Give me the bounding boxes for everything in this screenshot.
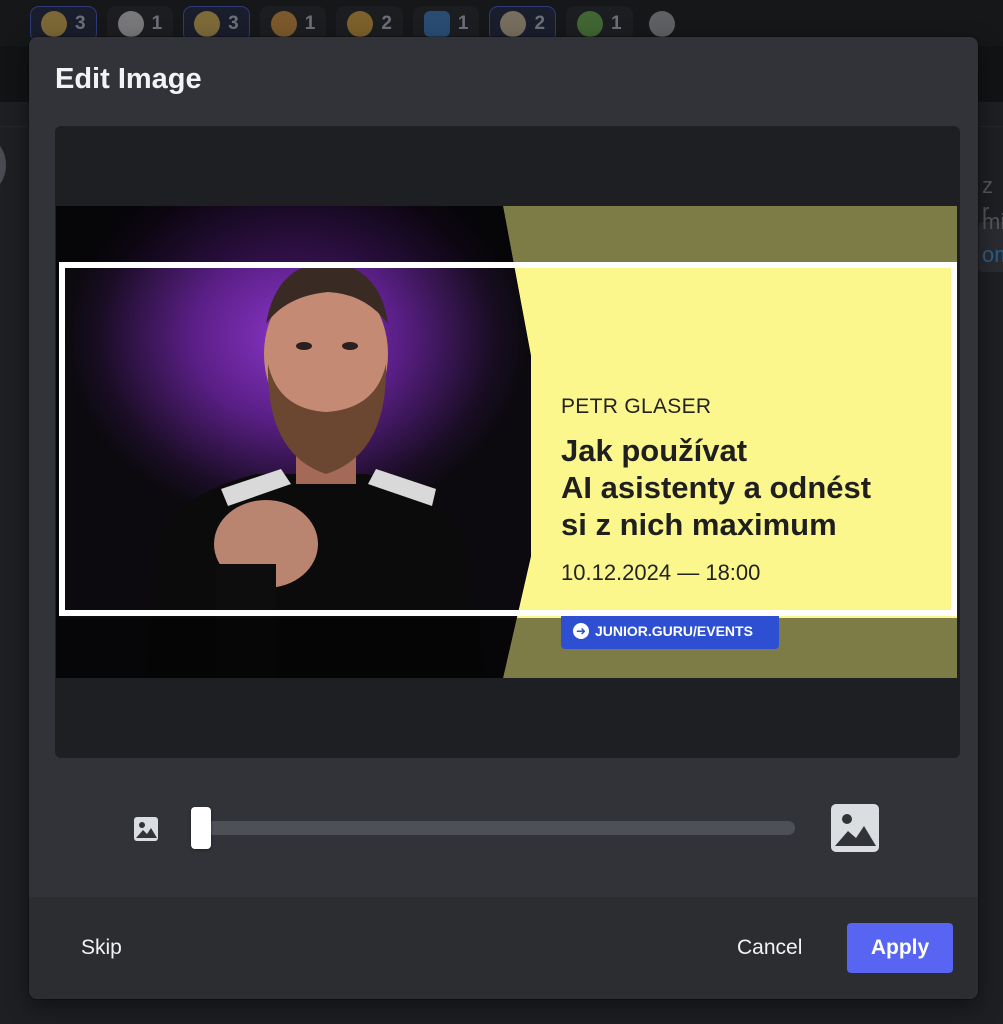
image-large-icon (831, 804, 879, 852)
apply-button[interactable]: Apply (847, 923, 953, 973)
reaction-count: 1 (457, 13, 469, 34)
zoom-slider-track[interactable] (199, 821, 795, 835)
reaction-count: 2 (534, 13, 546, 34)
reaction-count: 1 (151, 13, 163, 34)
reaction-count: 3 (75, 13, 86, 34)
cancel-button[interactable]: Cancel (737, 925, 802, 971)
crop-shade-bottom (56, 618, 957, 678)
reaction-count: 2 (381, 13, 392, 34)
image-small-icon (134, 817, 158, 841)
thumbs-up-icon (347, 11, 374, 37)
crop-frame[interactable] (59, 262, 957, 616)
banner-url-badge: ➜ JUNIOR.GURU/EVENTS (561, 613, 779, 649)
reaction-count: 3 (228, 13, 239, 34)
frog-icon (577, 11, 604, 37)
background-message-text: mi (982, 209, 1003, 234)
zoom-slider-thumb[interactable] (191, 807, 211, 849)
modal-footer: Skip Cancel Apply (29, 897, 978, 999)
blue-square-icon (423, 11, 450, 37)
popcorn-icon (500, 11, 527, 37)
edit-image-modal: Edit Image PETR GLASER Jak používat AI a… (29, 37, 978, 999)
modal-title: Edit Image (55, 63, 202, 95)
sparkles-icon (41, 11, 67, 37)
reaction-count: 1 (304, 13, 316, 34)
background-avatar (0, 140, 6, 190)
banner-url-label: JUNIOR.GURU/EVENTS (595, 623, 753, 639)
heart-eyes-icon (270, 11, 297, 37)
star-struck-icon (194, 11, 221, 37)
arrow-right-circle-icon: ➜ (573, 623, 589, 639)
eyes-icon (117, 11, 144, 37)
add-reaction-icon (648, 11, 675, 37)
reaction-count: 1 (611, 13, 622, 34)
crop-shade-top (56, 206, 957, 264)
skip-button[interactable]: Skip (81, 925, 122, 971)
background-message-link: om (982, 242, 1003, 267)
crop-area[interactable]: PETR GLASER Jak používat AI asistenty a … (55, 126, 960, 758)
